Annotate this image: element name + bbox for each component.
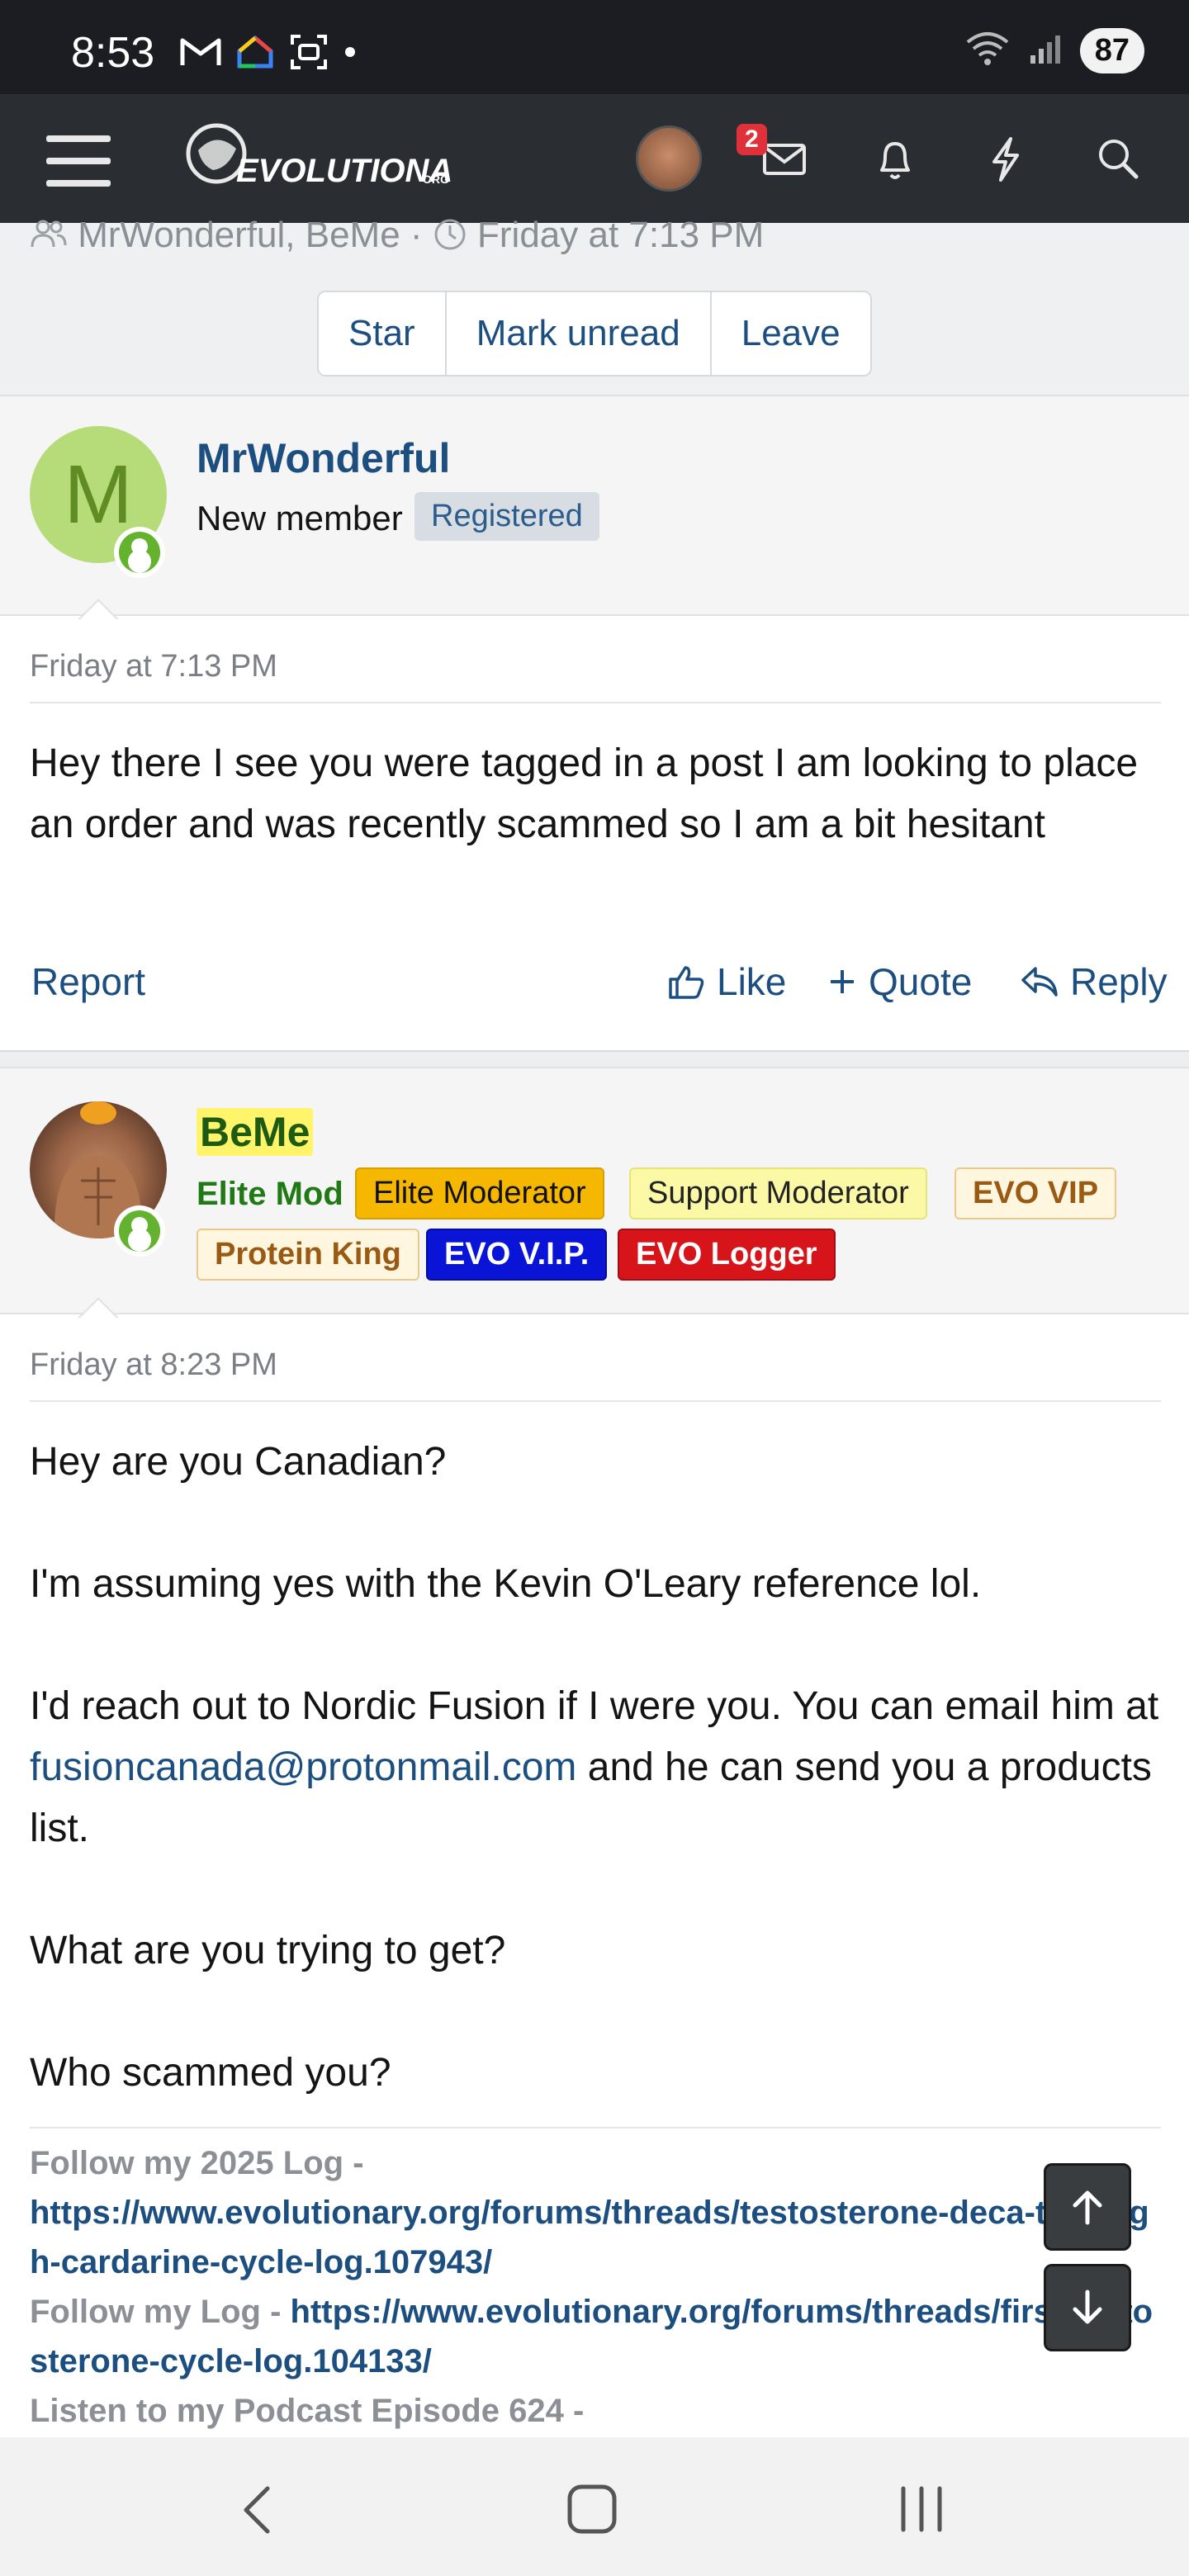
quote-label: Quote	[869, 960, 973, 1003]
online-status-icon	[114, 527, 165, 578]
post-date[interactable]: Friday at 7:13 PM	[30, 649, 277, 684]
meta-separator: ·	[410, 215, 423, 255]
lightning-icon[interactable]	[979, 132, 1032, 185]
user-title: New member	[197, 499, 403, 537]
post-text: I'd reach out to Nordic Fusion if I were…	[30, 1684, 1159, 1728]
reply-button[interactable]: Reply	[1021, 959, 1168, 1004]
logo-text: EVOLUTIONARY	[236, 153, 451, 189]
battery-indicator: 87	[1079, 28, 1144, 73]
post-author-block: BeMe Elite Mod Elite Moderator Support M…	[0, 1067, 1189, 1314]
divider	[30, 702, 1161, 703]
evo-logger-banner: EVO Logger	[618, 1229, 836, 1281]
report-label: Report	[31, 960, 146, 1003]
quote-button[interactable]: Quote	[827, 959, 972, 1004]
divider	[30, 1400, 1161, 1402]
back-icon[interactable]	[239, 2484, 276, 2540]
post-paragraph: I'd reach out to Nordic Fusion if I were…	[30, 1676, 1161, 1859]
post-pointer	[76, 1295, 119, 1318]
users-icon	[31, 220, 67, 248]
clock-icon	[434, 219, 466, 250]
signature-link[interactable]: https://www.evolutionary.org/forums/thre…	[30, 2195, 1149, 2280]
online-status-icon	[114, 1205, 165, 1257]
registered-banner: Registered	[414, 492, 599, 541]
signature-divider	[30, 2127, 1161, 2129]
signature-label: Follow my Log -	[30, 2294, 282, 2330]
mark-unread-button[interactable]: Mark unread	[447, 292, 712, 375]
inbox-badge: 2	[737, 124, 767, 155]
like-label: Like	[717, 960, 787, 1003]
post-paragraph: I'm assuming yes with the Kevin O'Leary …	[30, 1562, 982, 1606]
system-nav-bar	[0, 2437, 1189, 2576]
signature-label: Follow my 2025 Log -	[30, 2145, 364, 2181]
conversation-actions: Star Mark unread Leave	[317, 291, 872, 376]
post-actions: Report Like Quote Reply	[0, 936, 1189, 1027]
post-paragraph: Hey are you Canadian?	[30, 1440, 447, 1484]
support-moderator-banner: Support Moderator	[629, 1167, 927, 1219]
username[interactable]: BeMe	[197, 1108, 314, 1156]
thumbs-up-icon	[669, 966, 704, 999]
post-paragraph: What are you trying to get?	[30, 1929, 506, 1972]
leave-button[interactable]: Leave	[712, 292, 870, 375]
participants-line: MrWonderful, BeMe · Friday at 7:13 PM	[30, 215, 764, 256]
post-pointer	[76, 596, 119, 619]
screenshot-icon	[289, 33, 329, 75]
post-date[interactable]: Friday at 8:23 PM	[30, 1347, 277, 1383]
home-icon[interactable]	[566, 2484, 618, 2539]
post-body: Hey there I see you were tagged in a pos…	[30, 741, 1139, 846]
signature: Follow my 2025 Log - https://www.evoluti…	[30, 2138, 1161, 2436]
report-link[interactable]: Report	[31, 959, 145, 1004]
dot-icon	[343, 45, 357, 63]
participants[interactable]: MrWonderful, BeMe	[78, 215, 400, 255]
arrow-up-icon	[1073, 2190, 1102, 2225]
menu-icon[interactable]	[46, 135, 111, 187]
plus-icon	[831, 970, 854, 993]
logo-suffix: ORG	[423, 173, 449, 186]
home-app-icon	[236, 35, 274, 73]
account-avatar[interactable]	[636, 125, 702, 192]
post-body: Hey are you Canadian? I'm assuming yes w…	[30, 1432, 1161, 2104]
star-button[interactable]: Star	[319, 292, 447, 375]
elite-moderator-banner: Elite Moderator	[355, 1167, 604, 1219]
scroll-bottom-button[interactable]	[1044, 2264, 1131, 2351]
evo-vip-banner: EVO VIP	[955, 1167, 1117, 1219]
search-icon[interactable]	[1092, 132, 1144, 185]
wifi-icon	[964, 31, 1011, 71]
evo-vip-dots-banner: EVO V.I.P.	[426, 1229, 608, 1281]
reply-label: Reply	[1070, 960, 1168, 1003]
site-logo[interactable]: EVOLUTIONARY ORG	[170, 119, 500, 198]
status-time: 8:53	[71, 29, 155, 77]
signal-icon	[1029, 32, 1062, 69]
post-separator	[0, 1050, 1189, 1068]
scroll-top-button[interactable]	[1044, 2163, 1131, 2251]
username[interactable]: MrWonderful	[197, 434, 450, 482]
bell-icon[interactable]	[869, 132, 921, 185]
conversation-date: Friday at 7:13 PM	[477, 215, 765, 255]
post-paragraph: Who scammed you?	[30, 2051, 391, 2095]
user-title: Elite Mod	[197, 1176, 343, 1212]
status-bar: 8:53 87	[0, 0, 1189, 94]
protein-king-banner: Protein King	[197, 1229, 419, 1281]
reply-icon	[1021, 967, 1058, 997]
like-button[interactable]: Like	[667, 959, 786, 1004]
recents-icon[interactable]	[898, 2484, 945, 2539]
gmail-icon	[180, 36, 221, 73]
app-header: EVOLUTIONARY ORG 2	[0, 94, 1189, 223]
email-link[interactable]: fusioncanada@protonmail.com	[30, 1745, 576, 1789]
arrow-down-icon	[1073, 2290, 1102, 2324]
conversation-meta: MrWonderful, BeMe · Friday at 7:13 PM St…	[0, 215, 1189, 396]
post-author-block: M MrWonderful New member Registered	[0, 395, 1189, 616]
signature-label: Listen to my Podcast Episode 624 -	[30, 2393, 585, 2429]
status-notification-icons	[180, 33, 357, 75]
